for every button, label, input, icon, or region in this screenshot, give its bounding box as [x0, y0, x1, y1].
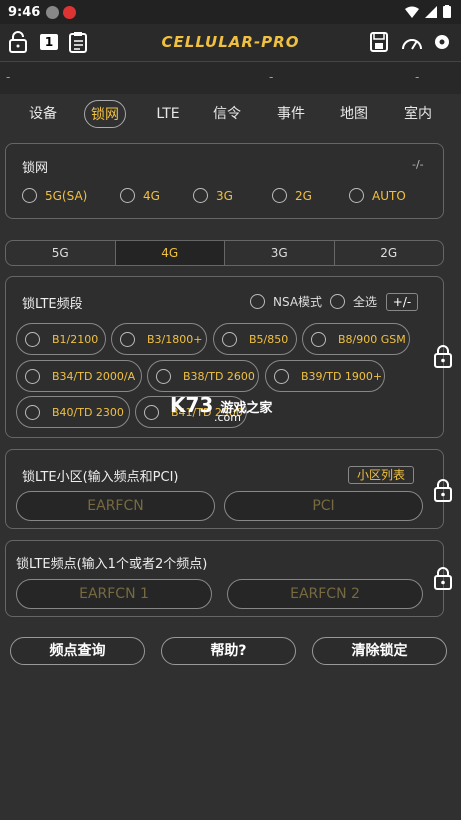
radio-label: NSA模式	[273, 295, 323, 309]
checkbox-dot	[25, 404, 40, 420]
settings-gear-icon[interactable]	[432, 31, 452, 53]
wifi-icon	[405, 6, 419, 18]
checkbox-dot	[156, 368, 171, 384]
band-label: B34/TD 2000/A	[52, 369, 136, 383]
radio-2g[interactable]: 2G	[272, 188, 312, 203]
info-value-1: -	[6, 70, 11, 84]
checkbox-dot	[25, 368, 40, 384]
band-b1[interactable]: B1/2100	[16, 323, 106, 355]
band-label: B8/900 GSM	[338, 332, 406, 346]
checkbox-dot	[222, 331, 237, 347]
band-label: B39/TD 1900+	[301, 369, 383, 383]
freq-earfcn2-input[interactable]: EARFCN 2	[227, 579, 423, 609]
tab-device[interactable]: 设备	[23, 100, 63, 128]
clear-lock-button[interactable]: 清除锁定	[312, 637, 447, 665]
lte-frequency-title: 锁LTE频点(输入1个或者2个频点)	[16, 557, 208, 572]
save-icon[interactable]	[369, 31, 389, 53]
tab-lock-network[interactable]: 锁网	[84, 100, 126, 128]
band-label: B1/2100	[52, 332, 99, 346]
band-b39[interactable]: B39/TD 1900+	[265, 360, 385, 392]
frequency-query-button[interactable]: 频点查询	[10, 637, 145, 665]
speedometer-icon[interactable]	[400, 31, 424, 53]
segment-3g[interactable]: 3G	[225, 241, 335, 265]
lock-network-panel: 锁网 -/- 5G(SA) 4G 3G 2G AUTO	[5, 143, 444, 219]
info-row: - - -	[0, 62, 461, 94]
checkbox-dot	[25, 331, 40, 347]
radio-label: 5G(SA)	[45, 188, 88, 203]
radio-dot	[193, 188, 208, 203]
lock-network-reset[interactable]: -/-	[412, 158, 424, 171]
freq-earfcn1-input[interactable]: EARFCN 1	[16, 579, 212, 609]
radio-label: 3G	[216, 188, 233, 203]
radio-4g[interactable]: 4G	[120, 188, 160, 203]
checkbox-dot	[311, 331, 326, 347]
help-button[interactable]: 帮助?	[161, 637, 296, 665]
status-bar: 9:46	[0, 0, 461, 24]
radio-dot	[250, 294, 265, 309]
radio-label: 全选	[353, 295, 378, 309]
app-bar: 1 CELLULAR-PRO	[0, 24, 461, 62]
radio-dot	[22, 188, 37, 203]
checkbox-dot	[144, 404, 159, 420]
band-b3[interactable]: B3/1800+	[111, 323, 207, 355]
radio-dot	[349, 188, 364, 203]
info-value-3: -	[415, 70, 420, 84]
band-b38[interactable]: B38/TD 2600	[147, 360, 259, 392]
cell-earfcn-input[interactable]: EARFCN	[16, 491, 215, 521]
tab-map[interactable]: 地图	[334, 100, 374, 128]
lock-icon[interactable]	[433, 478, 453, 502]
radio-5g-sa[interactable]: 5G(SA)	[22, 188, 87, 203]
radio-label: AUTO	[372, 188, 406, 203]
band-toggle-button[interactable]: +/-	[386, 293, 418, 311]
band-label: B38/TD 2600	[183, 369, 255, 383]
segment-2g[interactable]: 2G	[335, 241, 444, 265]
lte-cell-title: 锁LTE小区(输入频点和PCI)	[22, 470, 179, 485]
band-b8[interactable]: B8/900 GSM	[302, 323, 410, 355]
radio-dot	[330, 294, 345, 309]
band-label: B40/TD 2300	[52, 405, 124, 419]
band-label: B5/850	[249, 332, 289, 346]
battery-icon	[443, 5, 451, 18]
status-time: 9:46	[8, 4, 41, 20]
cell-list-button[interactable]: 小区列表	[348, 466, 414, 484]
radio-label: 2G	[295, 188, 312, 203]
lock-network-title: 锁网	[22, 161, 49, 176]
radio-dot	[272, 188, 287, 203]
app-title: CELLULAR-PRO	[161, 33, 300, 51]
radio-dot	[120, 188, 135, 203]
alert-notification-icon	[63, 5, 77, 19]
watermark-brand: K73	[170, 393, 214, 417]
radio-label: 4G	[143, 188, 160, 203]
band-b40[interactable]: B40/TD 2300	[16, 396, 130, 428]
segment-5g[interactable]: 5G	[6, 241, 116, 265]
checkbox-dot	[120, 331, 135, 347]
signal-icon	[425, 5, 437, 18]
radio-auto[interactable]: AUTO	[349, 188, 406, 203]
lte-cell-panel: 锁LTE小区(输入频点和PCI) 小区列表 EARFCN PCI	[5, 449, 444, 529]
lte-frequency-panel: 锁LTE频点(输入1个或者2个频点) EARFCN 1 EARFCN 2	[5, 540, 444, 617]
band-b34[interactable]: B34/TD 2000/A	[16, 360, 142, 392]
band-label: B3/1800+	[147, 332, 203, 346]
cell-pci-input[interactable]: PCI	[224, 491, 423, 521]
select-all-radio[interactable]: 全选	[330, 293, 377, 310]
tab-indoor[interactable]: 室内	[398, 100, 438, 128]
info-value-2: -	[269, 70, 274, 84]
tab-lte[interactable]: LTE	[148, 100, 188, 128]
lte-band-title: 锁LTE频段	[22, 297, 83, 312]
app-notification-icon	[46, 5, 60, 19]
watermark: K73 游戏之家 .com	[170, 393, 272, 424]
nsa-mode-radio[interactable]: NSA模式	[250, 293, 322, 310]
tech-segment-tabs: 5G 4G 3G 2G	[5, 240, 444, 266]
band-b5[interactable]: B5/850	[213, 323, 297, 355]
lock-icon[interactable]	[433, 566, 453, 590]
lock-icon[interactable]	[433, 344, 453, 368]
checkbox-dot	[274, 368, 289, 384]
segment-4g[interactable]: 4G	[115, 241, 225, 265]
main-tabs: 设备 锁网 LTE 信令 事件 地图 室内	[0, 100, 461, 130]
tab-signaling[interactable]: 信令	[207, 100, 247, 128]
tab-events[interactable]: 事件	[271, 100, 311, 128]
radio-3g[interactable]: 3G	[193, 188, 233, 203]
